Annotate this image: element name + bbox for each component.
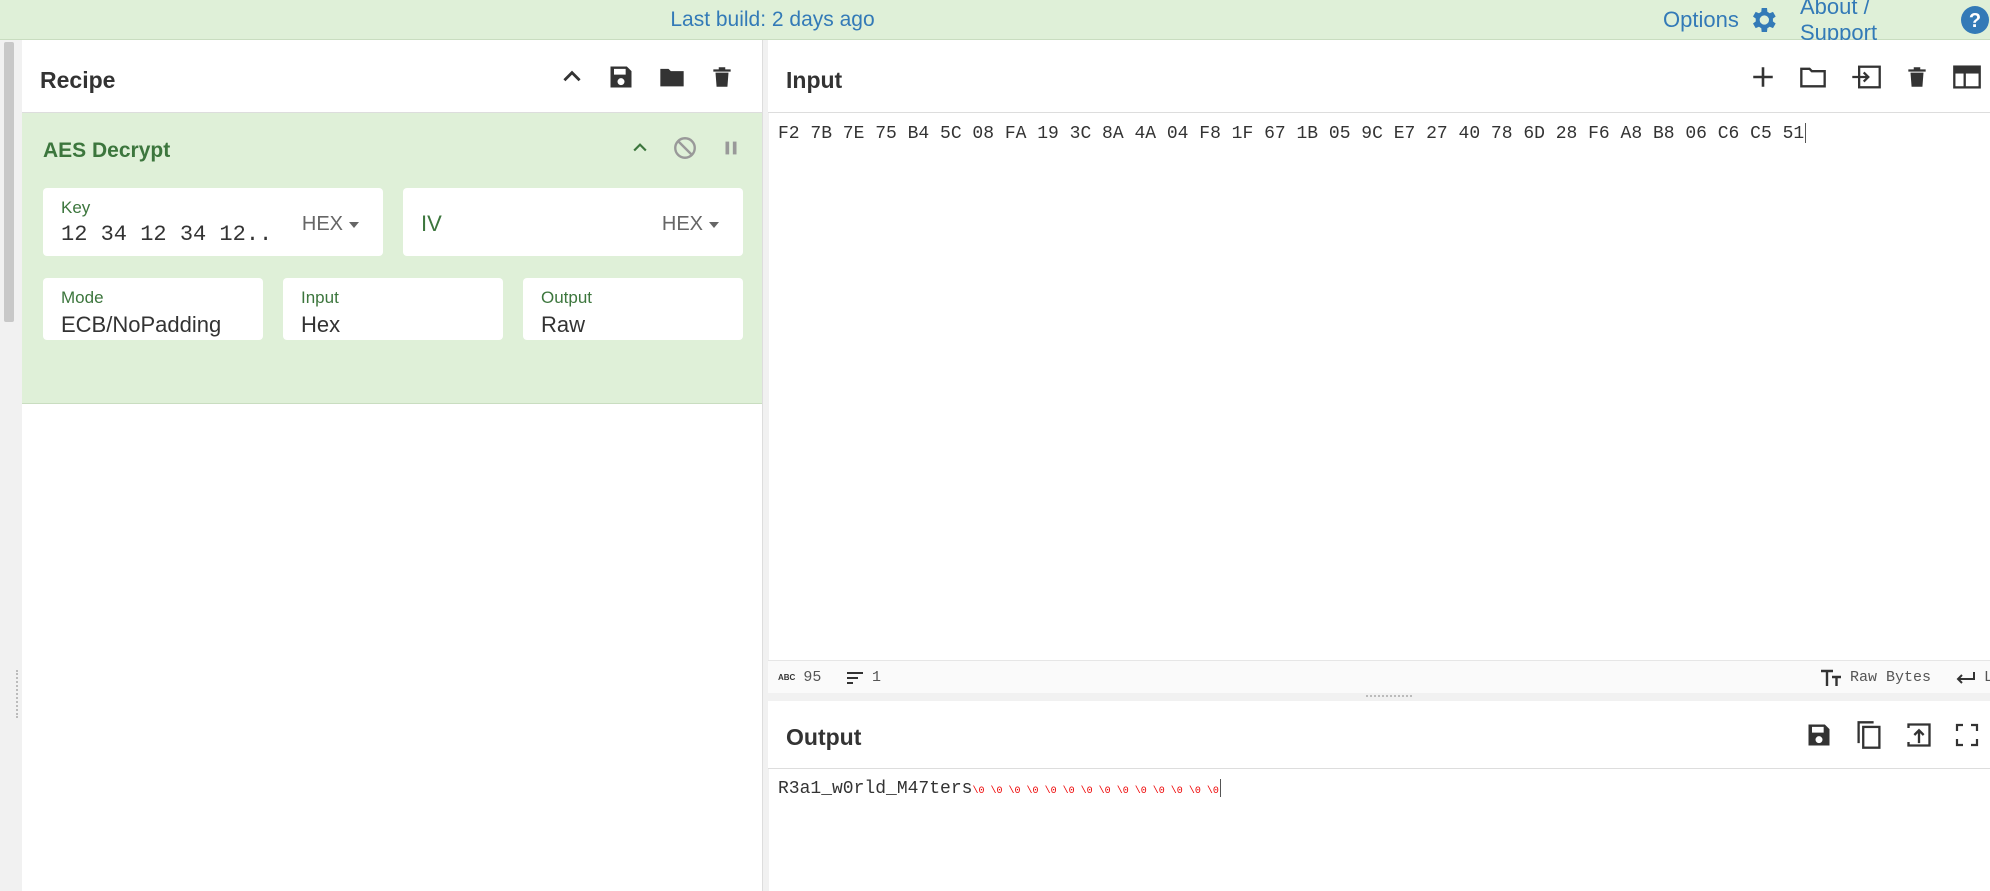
trash-icon[interactable] — [1904, 63, 1930, 91]
null-char: \0 — [1152, 786, 1165, 797]
lines-icon — [846, 671, 864, 685]
folder-icon[interactable] — [657, 63, 687, 91]
input-title: Input — [786, 67, 843, 93]
save-icon[interactable] — [607, 63, 635, 91]
splitter-grip[interactable] — [1366, 695, 1412, 697]
chevron-up-icon[interactable] — [559, 64, 585, 90]
char-count-value: 95 — [803, 669, 822, 686]
maximize-icon[interactable] — [1955, 723, 1979, 747]
eol-label: L — [1984, 669, 1990, 686]
input-output-splitter[interactable] — [768, 693, 1990, 701]
key-field[interactable]: Key 12 34 12 34 12... HEX — [43, 188, 383, 256]
text-size-icon — [1820, 669, 1842, 687]
operation-title: AES Decrypt — [43, 139, 171, 162]
iv-placeholder[interactable]: IV — [421, 188, 442, 260]
input-text-content: F2 7B 7E 75 B4 5C 08 FA 19 3C 8A 4A 04 F… — [778, 123, 1805, 144]
svg-text:?: ? — [1969, 10, 1981, 32]
null-char: \0 — [1188, 786, 1201, 797]
null-char: \0 — [1062, 786, 1075, 797]
output-toolbar — [1805, 701, 1979, 769]
line-count: 1 — [846, 661, 881, 694]
text-cursor — [1219, 779, 1221, 798]
export-icon[interactable] — [1905, 721, 1933, 749]
null-char: \0 — [972, 786, 985, 797]
line-count-value: 1 — [872, 669, 882, 686]
null-char: \0 — [1206, 786, 1219, 797]
output-format-label: Output — [541, 288, 593, 307]
return-icon — [1954, 670, 1976, 686]
output-title: Output — [786, 724, 862, 750]
options-button[interactable]: Options — [1663, 0, 1779, 40]
text-cursor — [1805, 123, 1807, 143]
mode-label: Mode — [61, 288, 104, 307]
output-text-content: R3a1_w0rld_M47ters — [778, 779, 973, 799]
about-support-button[interactable]: About / Support ? — [1800, 0, 1990, 45]
plus-icon[interactable] — [1750, 64, 1776, 90]
null-char: \0 — [1026, 786, 1039, 797]
null-char: \0 — [1116, 786, 1129, 797]
input-toolbar — [1750, 40, 1982, 113]
null-char: \0 — [1008, 786, 1021, 797]
iv-format-dropdown[interactable]: HEX — [662, 188, 719, 260]
input-format-value[interactable]: Hex — [301, 312, 340, 338]
key-label: Key — [61, 198, 91, 217]
input-status-bar: ABC 95 1 Raw Bytes L — [768, 660, 1990, 694]
folder-icon[interactable] — [1798, 63, 1828, 91]
build-info: Last build: 2 days ago — [670, 8, 875, 31]
abc-icon: ABC — [778, 673, 796, 682]
help-icon: ? — [1960, 5, 1990, 35]
pane-resize-grip[interactable] — [16, 670, 21, 718]
null-char: \0 — [1170, 786, 1183, 797]
null-char: \0 — [1080, 786, 1093, 797]
input-format-select[interactable]: Input Hex — [283, 278, 503, 340]
input-textarea[interactable]: F2 7B 7E 75 B4 5C 08 FA 19 3C 8A 4A 04 F… — [778, 123, 1807, 144]
output-pane: Output R3a1_w0rld_M47ters\0 \0 \0 \0 \0 … — [768, 701, 1990, 891]
encoding-label: Raw Bytes — [1850, 669, 1932, 686]
key-format-dropdown[interactable]: HEX — [302, 188, 359, 260]
input-header: Input — [768, 40, 1990, 113]
disable-icon[interactable] — [672, 135, 698, 161]
gear-icon — [1747, 4, 1779, 36]
mode-select[interactable]: Mode ECB/NoPadding — [43, 278, 263, 340]
recipe-toolbar — [559, 40, 735, 113]
output-format-select[interactable]: Output Raw — [523, 278, 743, 340]
layout-icon[interactable] — [1952, 64, 1982, 90]
key-value[interactable]: 12 34 12 34 12... — [61, 222, 271, 247]
null-char: \0 — [1134, 786, 1147, 797]
import-icon[interactable] — [1850, 63, 1882, 91]
options-label: Options — [1663, 7, 1739, 32]
aes-decrypt-operation: AES Decrypt Key 12 34 12 34 12... HEX IV… — [22, 113, 762, 404]
output-format-value[interactable]: Raw — [541, 312, 585, 338]
input-pane: Input F2 7B 7E 75 B4 5C 08 FA 19 3C 8A 4… — [768, 40, 1990, 694]
recipe-header: Recipe — [22, 40, 762, 113]
encoding-selector[interactable]: Raw Bytes — [1820, 661, 1931, 694]
pause-icon[interactable] — [720, 137, 742, 159]
null-chars: \0 \0 \0 \0 \0 \0 \0 \0 \0 \0 \0 \0 \0 \… — [972, 786, 1218, 797]
top-bar: Last build: 2 days ago Options About / S… — [0, 0, 1990, 45]
input-format-label: Input — [301, 288, 339, 307]
recipe-title: Recipe — [40, 67, 116, 93]
trash-icon[interactable] — [709, 63, 735, 91]
char-count: ABC 95 — [778, 661, 821, 694]
iv-field[interactable]: IV HEX — [403, 188, 743, 256]
eol-selector[interactable]: L — [1954, 661, 1990, 694]
null-char: \0 — [1098, 786, 1111, 797]
copy-icon[interactable] — [1855, 720, 1883, 750]
recipe-pane: Recipe AES Decrypt Key 12 34 12 34 12...… — [22, 40, 763, 891]
output-textarea[interactable]: R3a1_w0rld_M47ters\0 \0 \0 \0 \0 \0 \0 \… — [778, 779, 1221, 799]
null-char: \0 — [1044, 786, 1057, 797]
output-header: Output — [768, 701, 1990, 769]
operation-controls — [630, 113, 742, 183]
chevron-up-icon[interactable] — [630, 138, 650, 158]
null-char: \0 — [990, 786, 1003, 797]
save-icon[interactable] — [1805, 721, 1833, 749]
operations-scrollbar[interactable] — [4, 42, 14, 322]
mode-value[interactable]: ECB/NoPadding — [61, 312, 221, 338]
